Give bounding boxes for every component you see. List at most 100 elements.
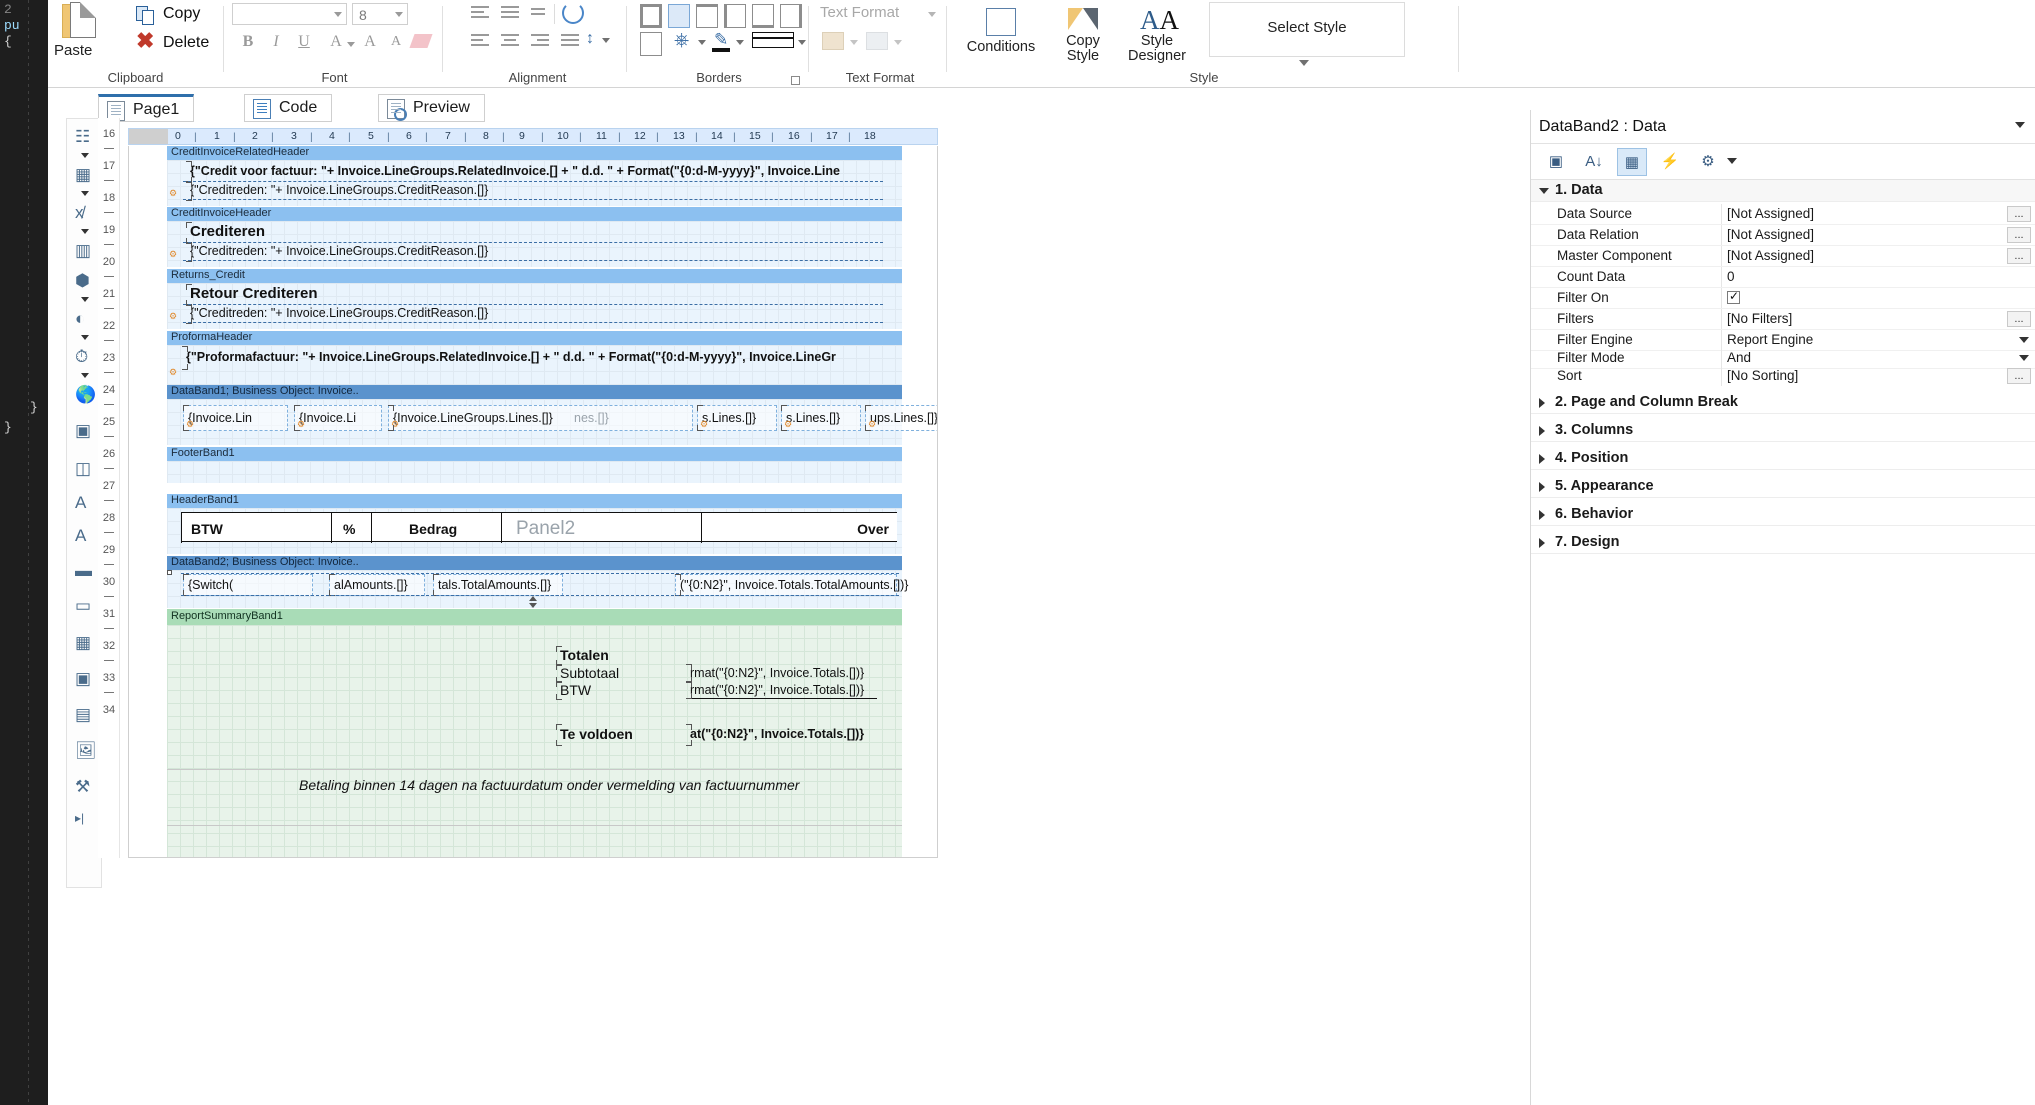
band-body[interactable]: ⚙ {"Credit voor factuur: "+ Invoice.Line…: [167, 160, 902, 206]
chart-tool[interactable]: ◐: [69, 307, 101, 340]
chevron-down-icon[interactable]: [81, 229, 89, 234]
delete-icon[interactable]: ✖: [136, 30, 156, 52]
property-value[interactable]: Report Engine: [1727, 332, 1813, 347]
property-group-data[interactable]: 1. Data: [1531, 180, 2035, 202]
property-row-sort[interactable]: Sort [No Sorting] ...: [1531, 366, 2035, 386]
chevron-down-icon[interactable]: [850, 40, 858, 45]
chevron-down-icon[interactable]: [81, 191, 89, 196]
grow-font-button[interactable]: A: [358, 30, 382, 54]
property-row-filter-on[interactable]: Filter On: [1531, 288, 2035, 308]
font-name-combobox[interactable]: [232, 3, 347, 25]
align-right-icon[interactable]: [528, 32, 552, 54]
image-tool[interactable]: ▣: [69, 419, 101, 445]
cross-bands-tool[interactable]: ▦: [69, 163, 101, 196]
chevron-down-icon[interactable]: [798, 40, 806, 45]
property-group-page-column-break[interactable]: 2. Page and Column Break: [1531, 392, 2035, 414]
align-justify-icon[interactable]: [558, 32, 582, 54]
style-gallery-box[interactable]: Select Style: [1209, 2, 1405, 57]
te-voldoen-value[interactable]: at("{0:N2}", Invoice.Totals.[])}: [686, 724, 877, 746]
chevron-right-icon[interactable]: [1539, 510, 1545, 520]
clear-formatting-icon[interactable]: [409, 34, 433, 48]
table-tool[interactable]: ▦: [69, 631, 101, 657]
chevron-down-icon[interactable]: [894, 40, 902, 45]
align-center-icon[interactable]: [498, 32, 522, 54]
font-size-combobox[interactable]: 8: [352, 3, 408, 25]
band-header-label[interactable]: CreditInvoiceHeader: [167, 207, 902, 221]
filter-on-checkbox[interactable]: [1727, 289, 1740, 304]
text-format-combobox-label[interactable]: Text Format: [820, 4, 899, 21]
chevron-right-icon[interactable]: [1539, 454, 1545, 464]
date-format-icon[interactable]: [866, 32, 888, 50]
horizontal-line-tool[interactable]: ▬: [69, 559, 101, 585]
border-style-icon[interactable]: [752, 32, 794, 48]
border-bottom-icon[interactable]: [752, 4, 774, 28]
border-top-icon[interactable]: [696, 4, 718, 28]
band-header-label[interactable]: Returns_Credit: [167, 269, 902, 283]
align-left-icon[interactable]: [468, 32, 492, 54]
property-group-behavior[interactable]: 6. Behavior: [1531, 504, 2035, 526]
chevron-down-icon[interactable]: [334, 12, 342, 17]
copy-style-button[interactable]: Copy Style: [1046, 4, 1120, 70]
text-component[interactable]: {"Credit voor factuur: "+ Invoice.LineGr…: [186, 161, 877, 183]
text-component[interactable]: {"Proformafactuur: "+ Invoice.LineGroups…: [182, 346, 879, 370]
collapse-palette[interactable]: ▸|: [69, 809, 101, 835]
categorized-icon[interactable]: ▣: [1541, 148, 1571, 176]
band-header-label[interactable]: CreditInvoiceRelatedHeader: [167, 146, 902, 160]
tab-preview[interactable]: Preview: [378, 94, 485, 122]
chevron-down-icon[interactable]: [1727, 158, 1737, 164]
chevron-down-icon[interactable]: [395, 12, 403, 17]
bold-button[interactable]: B: [236, 30, 260, 54]
property-group-columns[interactable]: 3. Columns: [1531, 420, 2035, 442]
band-header-label[interactable]: FooterBand1: [167, 447, 902, 461]
property-row-master-component[interactable]: Master Component [Not Assigned] ...: [1531, 246, 2035, 266]
ellipsis-button[interactable]: ...: [2007, 368, 2031, 384]
properties-icon[interactable]: ▦: [1617, 148, 1647, 176]
band-body[interactable]: ⚙ {"Proformafactuur: "+ Invoice.LineGrou…: [167, 345, 902, 389]
tab-code[interactable]: Code: [244, 94, 333, 122]
text-component[interactable]: Crediteren: [186, 222, 347, 244]
payment-terms-text[interactable]: Betaling binnen 14 dagen na factuurdatum…: [299, 777, 799, 793]
band-header-label[interactable]: DataBand2; Business Object: Invoice..: [167, 556, 902, 570]
report-design-surface[interactable]: CreditInvoiceRelatedHeader ⚙ {"Credit vo…: [128, 146, 938, 858]
property-row-filters[interactable]: Filters [No Filters] ...: [1531, 309, 2035, 329]
te-voldoen-label[interactable]: Te voldoen: [556, 724, 687, 746]
ellipsis-button[interactable]: ...: [2007, 227, 2031, 243]
italic-button[interactable]: I: [264, 30, 288, 54]
text-tool[interactable]: x̸: [69, 201, 101, 234]
align-top-icon[interactable]: [468, 4, 492, 26]
chevron-down-icon[interactable]: [736, 40, 744, 45]
line-spacing-icon[interactable]: ↕: [586, 30, 594, 48]
subtotal-value[interactable]: rmat("{0:N2}", Invoice.Totals.[])}: [686, 664, 877, 683]
property-row-filter-mode[interactable]: Filter Mode And: [1531, 348, 2035, 368]
copy-button[interactable]: Copy: [163, 5, 200, 23]
font-color-button[interactable]: A: [324, 30, 348, 54]
delete-button[interactable]: Delete: [163, 34, 209, 52]
band-body[interactable]: {Invoice.Lin ⚙ {Invoice.Li ⚙ {Invoice.Li…: [167, 399, 937, 445]
border-none-icon[interactable]: [668, 4, 690, 28]
border-color-icon[interactable]: ✎: [714, 30, 728, 50]
property-row-data-relation[interactable]: Data Relation [Not Assigned] ...: [1531, 225, 2035, 245]
band-body[interactable]: BTW % Bedrag Panel2 Over: [167, 508, 902, 554]
ellipsis-button[interactable]: ...: [2007, 248, 2031, 264]
text-component[interactable]: Retour Crediteren: [186, 284, 387, 306]
property-value[interactable]: [No Sorting]: [1727, 368, 1798, 383]
property-value[interactable]: 0: [1727, 269, 1735, 284]
chevron-down-icon[interactable]: [2015, 122, 2025, 128]
chevron-right-icon[interactable]: [1539, 482, 1545, 492]
fill-color-icon[interactable]: ⎈: [674, 30, 689, 52]
border-all-icon[interactable]: [640, 4, 662, 28]
shapes-tool[interactable]: ⬢: [69, 269, 101, 302]
bands-tool[interactable]: ☷: [69, 125, 101, 158]
number-format-icon[interactable]: [822, 32, 844, 50]
chevron-down-icon[interactable]: [347, 42, 355, 47]
band-header-label[interactable]: ReportSummaryBand1: [167, 609, 902, 625]
chevron-down-icon[interactable]: [1299, 60, 1309, 66]
chevron-down-icon[interactable]: [81, 373, 89, 378]
property-group-position[interactable]: 4. Position: [1531, 448, 2035, 470]
align-middle-icon[interactable]: [498, 4, 522, 26]
underline-button[interactable]: U: [292, 30, 316, 54]
subreport-tool[interactable]: ▤: [69, 703, 101, 729]
style-gallery[interactable]: Select Style: [1209, 0, 1405, 70]
copy-icon[interactable]: [136, 6, 156, 26]
band-body[interactable]: [167, 461, 902, 483]
